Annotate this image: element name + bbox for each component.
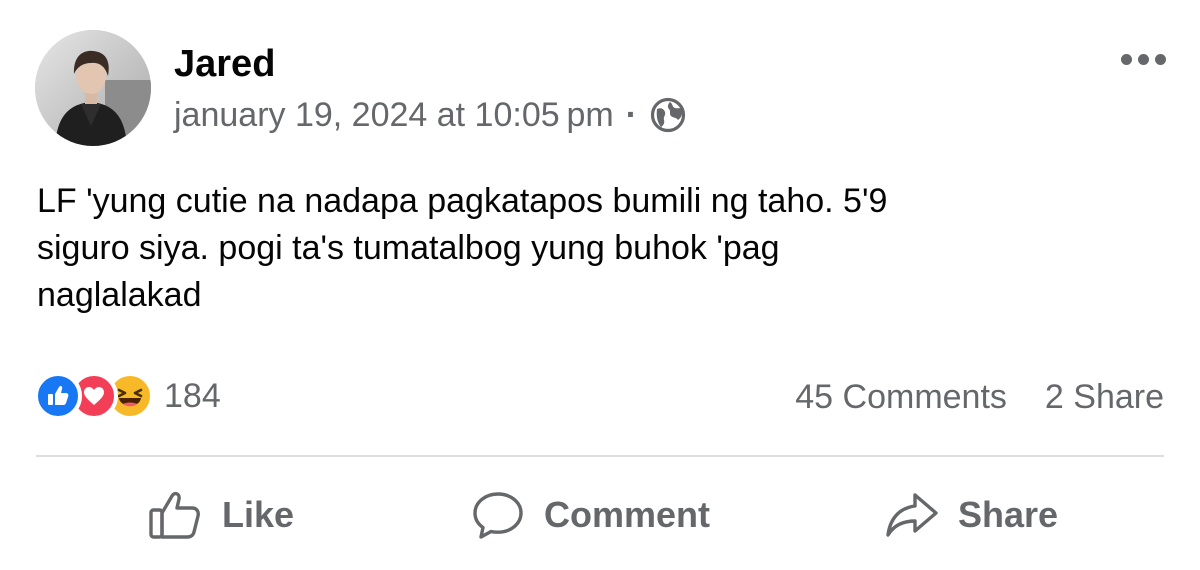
like-label: Like xyxy=(222,494,295,535)
comment-icon xyxy=(470,489,526,541)
share-label: Share xyxy=(958,494,1059,535)
avatar-photo xyxy=(35,30,151,146)
post-text: LF 'yung cutie na nadapa pagkatapos bumi… xyxy=(37,182,888,314)
post-card: Jared january 19, 2024 at 10:05 pm · LF … xyxy=(0,0,1200,570)
comment-label: Comment xyxy=(544,494,711,535)
like-reaction-icon xyxy=(34,372,82,420)
engagement-stats: 45 Comments 2 Share xyxy=(795,376,1164,418)
divider xyxy=(36,455,1164,457)
action-bar: Like Comment Share xyxy=(0,480,1200,550)
globe-icon[interactable] xyxy=(649,96,687,134)
comment-button[interactable]: Comment xyxy=(470,480,710,550)
thumbs-up-icon xyxy=(148,489,204,541)
reaction-count: 184 xyxy=(164,376,221,415)
share-button[interactable]: Share xyxy=(884,480,1058,550)
shares-count-link[interactable]: 2 Share xyxy=(1045,376,1164,418)
post-meta: january 19, 2024 at 10:05 pm · xyxy=(174,94,687,136)
share-arrow-icon xyxy=(884,489,940,541)
author-name[interactable]: Jared xyxy=(174,42,275,86)
reactions-summary[interactable]: 184 xyxy=(34,372,221,420)
more-options-icon[interactable] xyxy=(1121,54,1166,65)
like-button[interactable]: Like xyxy=(148,480,294,550)
post-timestamp[interactable]: january 19, 2024 at 10:05 pm xyxy=(174,94,614,136)
comments-count-link[interactable]: 45 Comments xyxy=(795,376,1007,418)
avatar[interactable] xyxy=(35,30,151,146)
meta-separator: · xyxy=(625,96,638,134)
